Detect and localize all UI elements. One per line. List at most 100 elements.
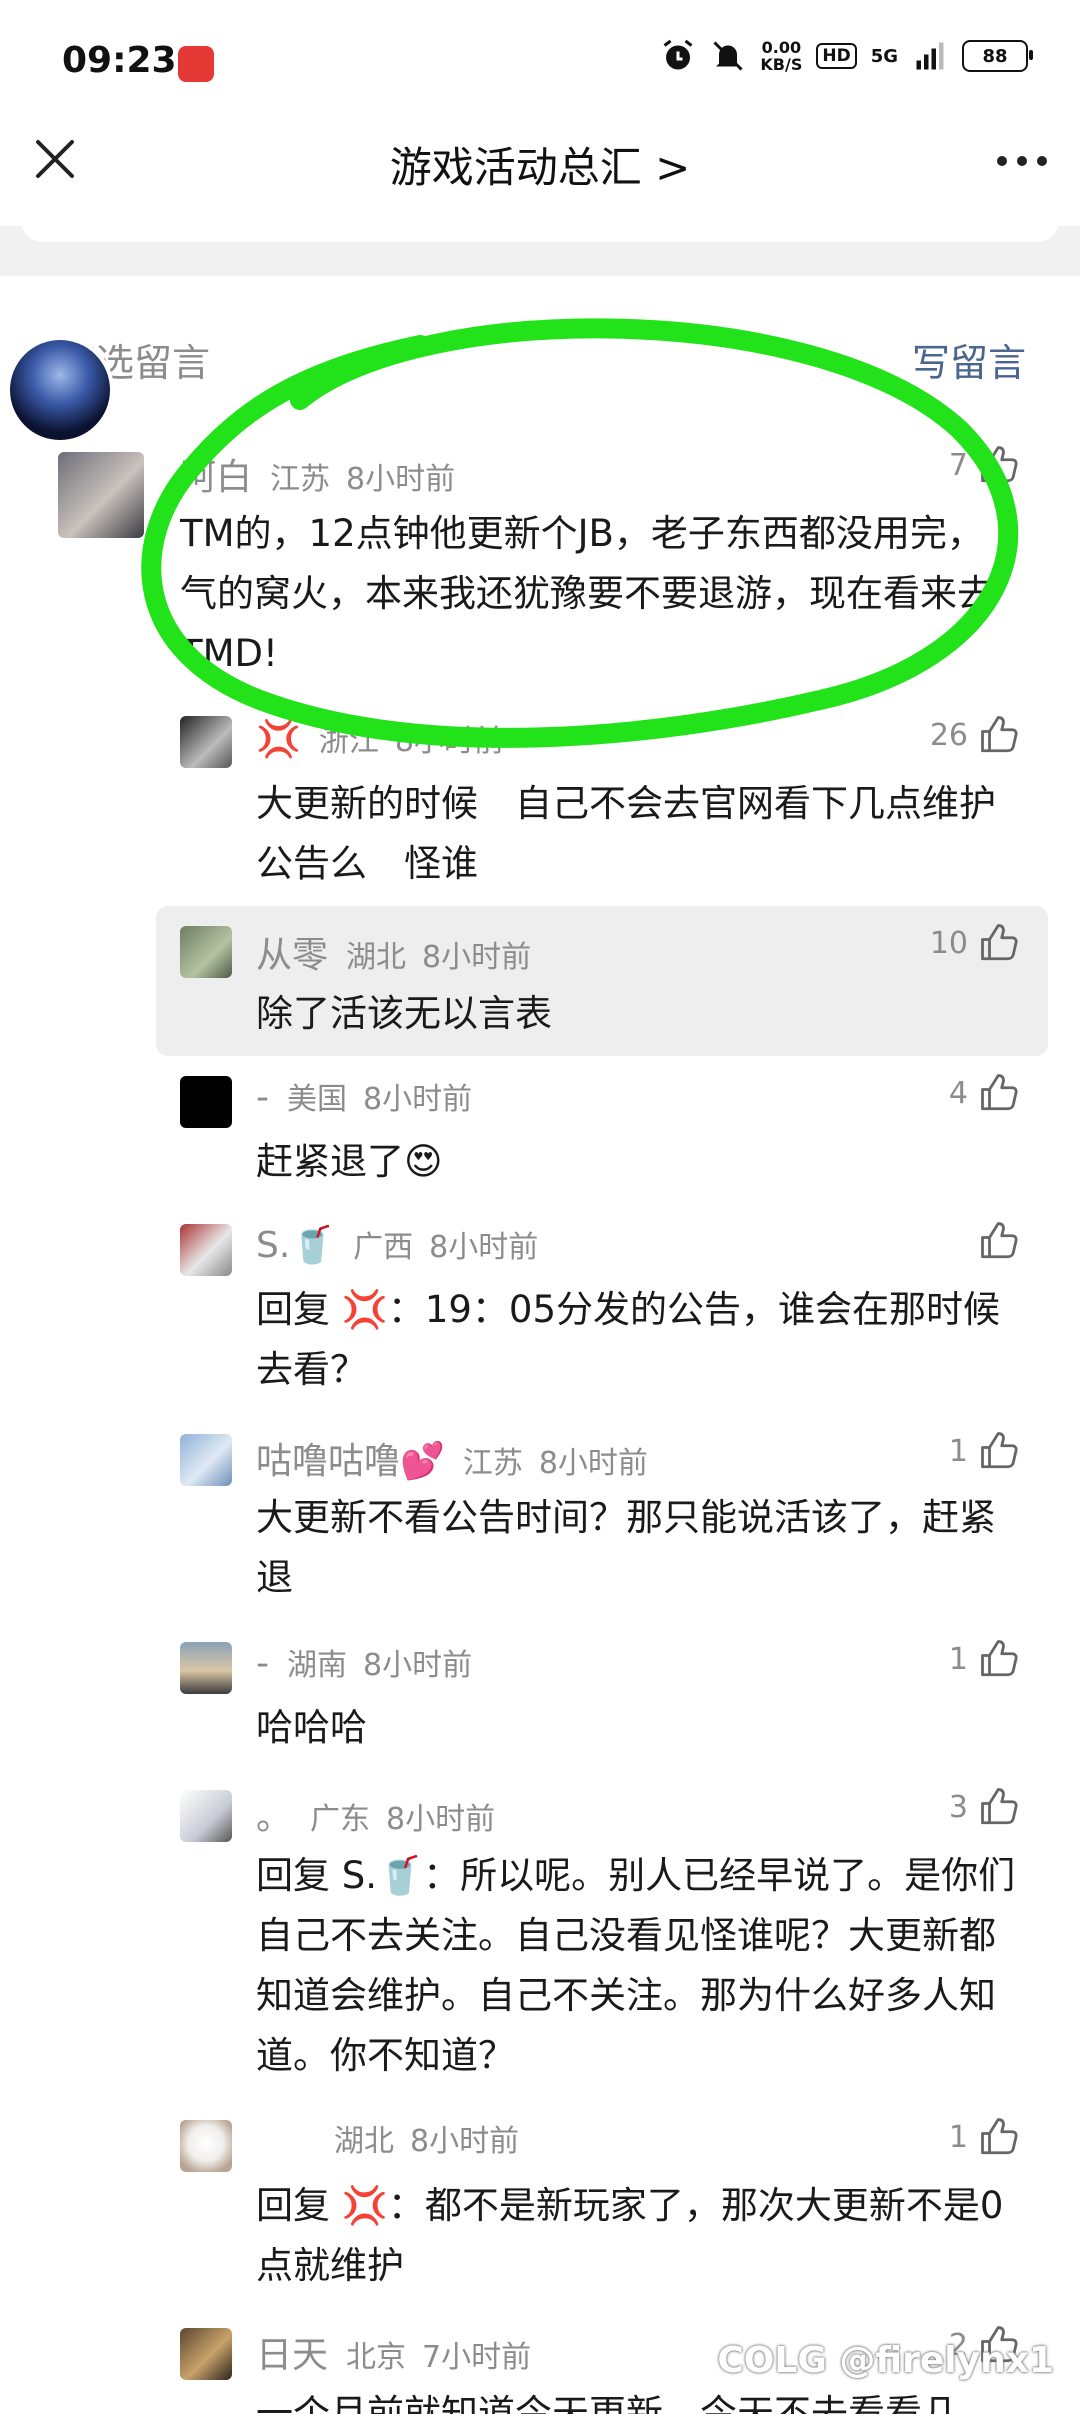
like-button[interactable]: 1 [949, 2116, 1022, 2158]
comment-meta: - 湖南 8小时前 [256, 1640, 472, 1684]
net-speed: 0.00 KB/S [760, 38, 803, 74]
like-button[interactable]: 1 [949, 1638, 1022, 1680]
network-type: 5G [870, 45, 898, 67]
comment-meta: S.🥤 广西 8小时前 [256, 1222, 538, 1266]
comment-time: 8小时前 [538, 1446, 648, 1481]
like-button[interactable]: 3 [949, 1786, 1022, 1828]
avatar[interactable] [180, 1076, 232, 1128]
thumbs-up-icon [981, 1432, 1018, 1469]
comment-location: 湖北 [334, 2124, 394, 2159]
floating-user-avatar[interactable] [10, 340, 110, 440]
comment-meta: 咕噜咕噜💕 江苏 8小时前 [256, 1432, 648, 1484]
comment-location: 湖北 [346, 940, 407, 975]
clock: 09:23 [62, 40, 177, 81]
avatar[interactable] [180, 716, 232, 768]
comment-meta: 湖北 8小时前 [256, 2116, 519, 2160]
comment-nick[interactable]: 💢 [256, 719, 301, 760]
like-count: 26 [929, 717, 968, 753]
like-count: 10 [929, 925, 968, 961]
status-icons: 0.00 KB/S HD 5G 88 [660, 38, 1033, 74]
comment-location: 北京 [346, 2340, 407, 2375]
comment-location: 广东 [310, 1802, 371, 1837]
hd-badge: HD [816, 43, 857, 69]
comment-body: 一个月前就知道今天更新，今天不去看看几 [256, 2392, 959, 2414]
thumbs-up-icon [981, 2118, 1018, 2155]
comment-nick[interactable]: 。 [256, 1797, 292, 1838]
like-button[interactable]: 7 [949, 444, 1022, 486]
avatar[interactable] [180, 1434, 232, 1486]
avatar[interactable] [180, 2120, 232, 2172]
comment-body: 赶紧退了😍 [256, 1140, 443, 1183]
comment-nick[interactable]: S.🥤 [256, 1225, 335, 1266]
comment-nick[interactable]: 阿白 [180, 457, 252, 498]
thumbs-up-icon [981, 716, 1018, 753]
comment-meta: 阿白 江苏 8小时前 [180, 448, 455, 500]
comment-time: 8小时前 [363, 1082, 473, 1117]
avatar[interactable] [180, 926, 232, 978]
comment-location: 广西 [353, 1230, 414, 1265]
comment-time: 8小时前 [363, 1648, 473, 1683]
thumbs-up-icon [981, 1640, 1018, 1677]
more-options-icon[interactable] [992, 146, 1052, 176]
battery-indicator: 88 [962, 40, 1033, 72]
comment-body: TM的，12点钟他更新个JB，老子东西都没用完，气的窝火，本来我还犹豫要不要退游… [180, 512, 994, 675]
comment-body: 大更新的时候 自己不会去官网看下几点维护公告么 怪谁 [256, 782, 996, 885]
comment-meta: 从零 湖北 8小时前 [256, 926, 531, 978]
comment-location: 江苏 [462, 1446, 523, 1481]
thumbs-up-icon [981, 1222, 1018, 1259]
comment-time: 8小时前 [429, 1230, 539, 1265]
comment-meta: 💢 浙江 8小时前 [256, 716, 504, 760]
alarm-icon [663, 39, 693, 70]
comment-time: 8小时前 [346, 462, 456, 497]
avatar[interactable] [180, 1790, 232, 1842]
comment-nick[interactable]: - [256, 1643, 269, 1684]
comment-time: 8小时前 [410, 2124, 520, 2159]
comment-body: 回复 💢：都不是新玩家了，那次大更新不是0点就维护 [256, 2184, 1004, 2287]
avatar[interactable] [58, 452, 144, 538]
comment-meta: 。广东 8小时前 [256, 1788, 495, 1840]
comment-time: 8小时前 [394, 724, 504, 759]
comment-location: 浙江 [318, 724, 379, 759]
page-title[interactable]: 游戏活动总汇 > [0, 134, 1080, 195]
thumbs-up-icon [981, 1788, 1018, 1825]
avatar[interactable] [180, 1642, 232, 1694]
like-count: 4 [948, 1075, 968, 1111]
like-count: 1 [948, 2119, 968, 2155]
comment-location: 美国 [287, 1082, 347, 1117]
like-count: 7 [948, 447, 968, 483]
comment-nick[interactable]: 从零 [256, 935, 328, 976]
comment-location: 湖南 [287, 1648, 347, 1683]
watermark: COLG @firelynx1 [717, 2340, 1054, 2381]
signal-icon [916, 42, 944, 70]
comment-time: 8小时前 [386, 1802, 496, 1837]
like-button[interactable]: 10 [930, 922, 1022, 964]
comment-meta: - 美国 8小时前 [256, 1074, 472, 1118]
comment-time: 7小时前 [422, 2340, 532, 2375]
article-card-edge [22, 214, 1058, 242]
like-count: 1 [948, 1641, 968, 1677]
like-button[interactable] [968, 1220, 1022, 1262]
like-button[interactable]: 4 [949, 1072, 1022, 1114]
comment-body: 哈哈哈 [256, 1706, 367, 1749]
like-button[interactable]: 26 [930, 714, 1022, 756]
avatar[interactable] [180, 1224, 232, 1276]
comment-body: 除了活该无以言表 [256, 992, 552, 1035]
comment-nick[interactable]: 日天 [256, 2335, 328, 2376]
status-bar: 09:23 0.00 KB/S HD 5G 88 [0, 0, 1080, 130]
comment-nick[interactable]: - [256, 1077, 269, 1118]
comment-nick[interactable]: 咕噜咕噜💕 [256, 1441, 445, 1482]
mute-bell-icon [713, 41, 743, 71]
like-count: 1 [948, 1433, 968, 1469]
thumbs-up-icon [981, 1074, 1018, 1111]
avatar[interactable] [180, 2328, 232, 2380]
comment-meta: 日天 北京 7小时前 [256, 2326, 531, 2378]
like-button[interactable]: 1 [949, 1430, 1022, 1472]
thumbs-up-icon [981, 446, 1018, 483]
like-count: 3 [948, 1789, 968, 1825]
write-comment-button[interactable]: 写留言 [912, 332, 1026, 387]
thumbs-up-icon [981, 924, 1018, 961]
comment-time: 8小时前 [422, 940, 532, 975]
comment-body: 回复 S.🥤：所以呢。别人已经早说了。是你们自己不去关注。自己没看见怪谁呢？大更… [256, 1854, 1016, 2077]
comment-location: 江苏 [270, 462, 331, 497]
comment-body: 大更新不看公告时间？那只能说活该了，赶紧退 [256, 1496, 996, 1599]
